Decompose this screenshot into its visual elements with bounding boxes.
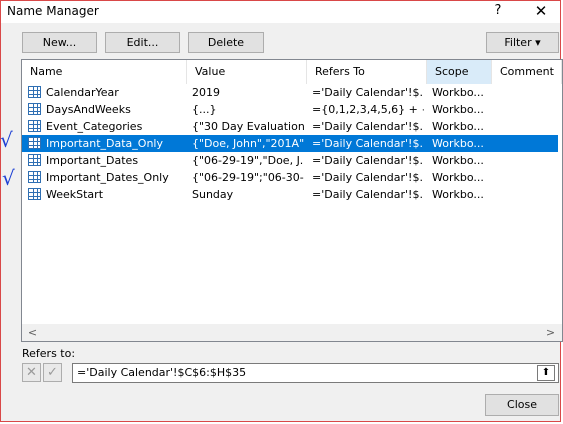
- row-value: Sunday: [192, 188, 234, 201]
- column-header-value[interactable]: Value: [187, 60, 307, 84]
- name-range-icon: [28, 188, 41, 200]
- row-refers-to: ='Daily Calendar'!$...: [312, 137, 424, 150]
- refers-to-input[interactable]: ='Daily Calendar'!$C$6:$H$35: [72, 363, 559, 383]
- close-icon[interactable]: ✕: [531, 2, 551, 20]
- scroll-right-icon[interactable]: >: [542, 324, 559, 341]
- row-scope: Workbo...: [432, 188, 484, 201]
- table-row[interactable]: DaysAndWeeks {...} ={0,1,2,3,4,5,6} + {0…: [22, 101, 558, 118]
- row-name: Important_Dates: [46, 154, 139, 167]
- annotation-checkmark: √: [2, 166, 15, 190]
- scroll-left-icon[interactable]: <: [24, 324, 41, 341]
- name-range-icon: [28, 137, 41, 149]
- row-scope: Workbo...: [432, 86, 484, 99]
- refers-to-label: Refers to:: [22, 347, 76, 360]
- row-scope: Workbo...: [432, 171, 484, 184]
- edit-button[interactable]: Edit...: [105, 32, 180, 53]
- row-value: {"06-29-19","Doe, J...: [192, 154, 304, 167]
- row-value: {...}: [192, 103, 217, 116]
- table-row[interactable]: CalendarYear 2019 ='Daily Calendar'!$...…: [22, 84, 558, 101]
- row-refers-to: ={0,1,2,3,4,5,6} + {0...: [312, 103, 424, 116]
- table-row[interactable]: Important_Dates_Only {"06-29-19";"06-30-…: [22, 169, 558, 186]
- row-name: CalendarYear: [46, 86, 119, 99]
- row-refers-to: ='Daily Calendar'!$...: [312, 120, 424, 133]
- row-name: DaysAndWeeks: [46, 103, 131, 116]
- name-range-icon: [28, 103, 41, 115]
- dialog-title: Name Manager: [7, 4, 99, 18]
- new-button[interactable]: New...: [22, 32, 97, 53]
- row-scope: Workbo...: [432, 154, 484, 167]
- row-name: Important_Data_Only: [46, 137, 163, 150]
- table-row[interactable]: Event_Categories {"30 Day Evaluation... …: [22, 118, 558, 135]
- table-row-selected[interactable]: Important_Data_Only {"Doe, John","201A".…: [22, 135, 558, 152]
- row-value: {"Doe, John","201A"...: [192, 137, 304, 150]
- close-button[interactable]: Close: [485, 394, 559, 416]
- row-name: WeekStart: [46, 188, 104, 201]
- row-refers-to: ='Daily Calendar'!$...: [312, 86, 424, 99]
- table-row[interactable]: Important_Dates {"06-29-19","Doe, J... =…: [22, 152, 558, 169]
- title-bar: Name Manager ? ✕: [1, 1, 560, 23]
- row-refers-to: ='Daily Calendar'!$...: [312, 171, 424, 184]
- row-value: {"30 Day Evaluation...: [192, 120, 304, 133]
- chevron-down-icon: ▾: [535, 36, 541, 49]
- delete-button[interactable]: Delete: [188, 32, 264, 53]
- names-list[interactable]: Name Value Refers To Scope Comment Calen…: [21, 59, 563, 342]
- row-refers-to: ='Daily Calendar'!$...: [312, 188, 424, 201]
- row-scope: Workbo...: [432, 103, 484, 116]
- column-header-scope[interactable]: Scope: [427, 60, 492, 84]
- row-name: Important_Dates_Only: [46, 171, 169, 184]
- collapse-dialog-icon[interactable]: ⬆: [537, 365, 555, 381]
- filter-label: Filter: [504, 36, 532, 49]
- help-button[interactable]: ?: [489, 2, 507, 20]
- filter-button[interactable]: Filter ▾: [486, 32, 559, 53]
- name-range-icon: [28, 171, 41, 183]
- row-scope: Workbo...: [432, 120, 484, 133]
- row-name: Event_Categories: [46, 120, 143, 133]
- row-value: 2019: [192, 86, 220, 99]
- horizontal-scrollbar[interactable]: < >: [22, 324, 562, 341]
- row-scope: Workbo...: [432, 137, 484, 150]
- name-range-icon: [28, 120, 41, 132]
- name-manager-dialog: Name Manager ? ✕ New... Edit... Delete F…: [0, 0, 563, 422]
- row-refers-to: ='Daily Calendar'!$...: [312, 154, 424, 167]
- column-header-refers-to[interactable]: Refers To: [307, 60, 427, 84]
- name-range-icon: [28, 154, 41, 166]
- cancel-edit-icon[interactable]: ✕: [22, 363, 41, 382]
- name-range-icon: [28, 86, 41, 98]
- row-value: {"06-29-19";"06-30-...: [192, 171, 304, 184]
- column-header-name[interactable]: Name: [22, 60, 187, 84]
- column-header-comment[interactable]: Comment: [492, 60, 562, 84]
- table-row[interactable]: WeekStart Sunday ='Daily Calendar'!$... …: [22, 186, 558, 203]
- annotation-checkmark: √: [0, 128, 13, 152]
- confirm-edit-icon[interactable]: ✓: [43, 363, 62, 382]
